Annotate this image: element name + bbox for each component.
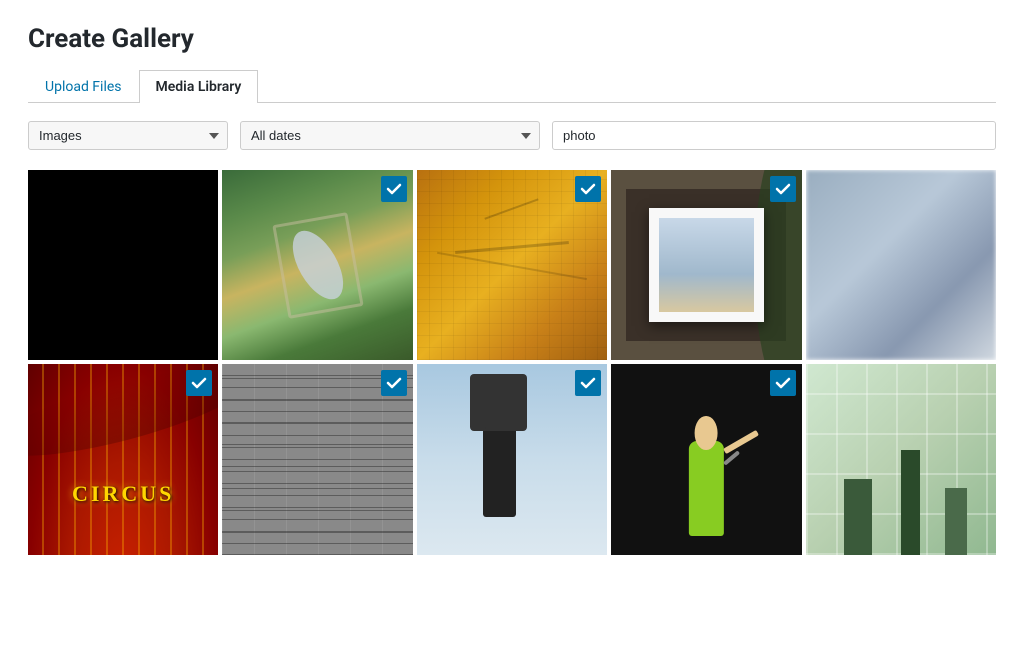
checkmark-icon: [381, 370, 407, 396]
gallery-item[interactable]: [222, 364, 412, 554]
gallery-item[interactable]: [611, 170, 801, 360]
checkmark-icon: [575, 370, 601, 396]
gallery-item[interactable]: [222, 170, 412, 360]
checkmark-icon: [186, 370, 212, 396]
gallery-item[interactable]: [806, 364, 996, 554]
gallery-item[interactable]: [806, 170, 996, 360]
tab-bar: Upload Files Media Library: [28, 70, 996, 103]
gallery-item[interactable]: [417, 364, 607, 554]
thumbnail: [806, 170, 996, 360]
gallery-item[interactable]: [417, 170, 607, 360]
checkmark-icon: [381, 176, 407, 202]
search-input[interactable]: [552, 121, 996, 150]
thumbnail: [28, 170, 218, 360]
tab-upload-files[interactable]: Upload Files: [28, 70, 139, 103]
checkmark-icon: [770, 370, 796, 396]
thumbnail: [806, 364, 996, 554]
gallery-item[interactable]: [611, 364, 801, 554]
gallery-grid: CIRCUS: [28, 170, 996, 555]
page-title: Create Gallery: [28, 24, 996, 54]
gallery-item[interactable]: CIRCUS: [28, 364, 218, 554]
type-filter[interactable]: Images: [28, 121, 228, 150]
checkmark-icon: [575, 176, 601, 202]
gallery-item[interactable]: [28, 170, 218, 360]
checkmark-icon: [770, 176, 796, 202]
tab-media-library[interactable]: Media Library: [139, 70, 259, 103]
filter-bar: Images All dates: [28, 121, 996, 150]
date-filter[interactable]: All dates: [240, 121, 540, 150]
